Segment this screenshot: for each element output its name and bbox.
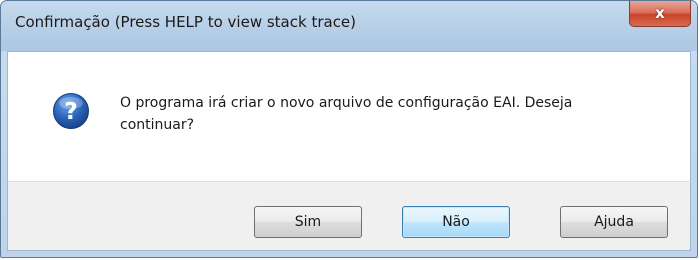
title-bar[interactable]: Confirmação (Press HELP to view stack tr… [1, 1, 697, 51]
window-title: Confirmação (Press HELP to view stack tr… [15, 13, 357, 31]
confirmation-dialog: Confirmação (Press HELP to view stack tr… [0, 0, 698, 258]
button-bar: Sim Não Ajuda [7, 181, 691, 251]
no-button[interactable]: Não [402, 206, 510, 238]
close-button[interactable]: x [629, 1, 691, 27]
message-area: ? O programa irá criar o novo arquivo de… [7, 51, 691, 182]
close-icon: x [655, 4, 665, 22]
yes-button[interactable]: Sim [254, 206, 362, 238]
svg-text:?: ? [64, 99, 77, 125]
help-button[interactable]: Ajuda [560, 206, 668, 238]
question-icon: ? [53, 93, 89, 129]
dialog-message: O programa irá criar o novo arquivo de c… [120, 95, 573, 133]
